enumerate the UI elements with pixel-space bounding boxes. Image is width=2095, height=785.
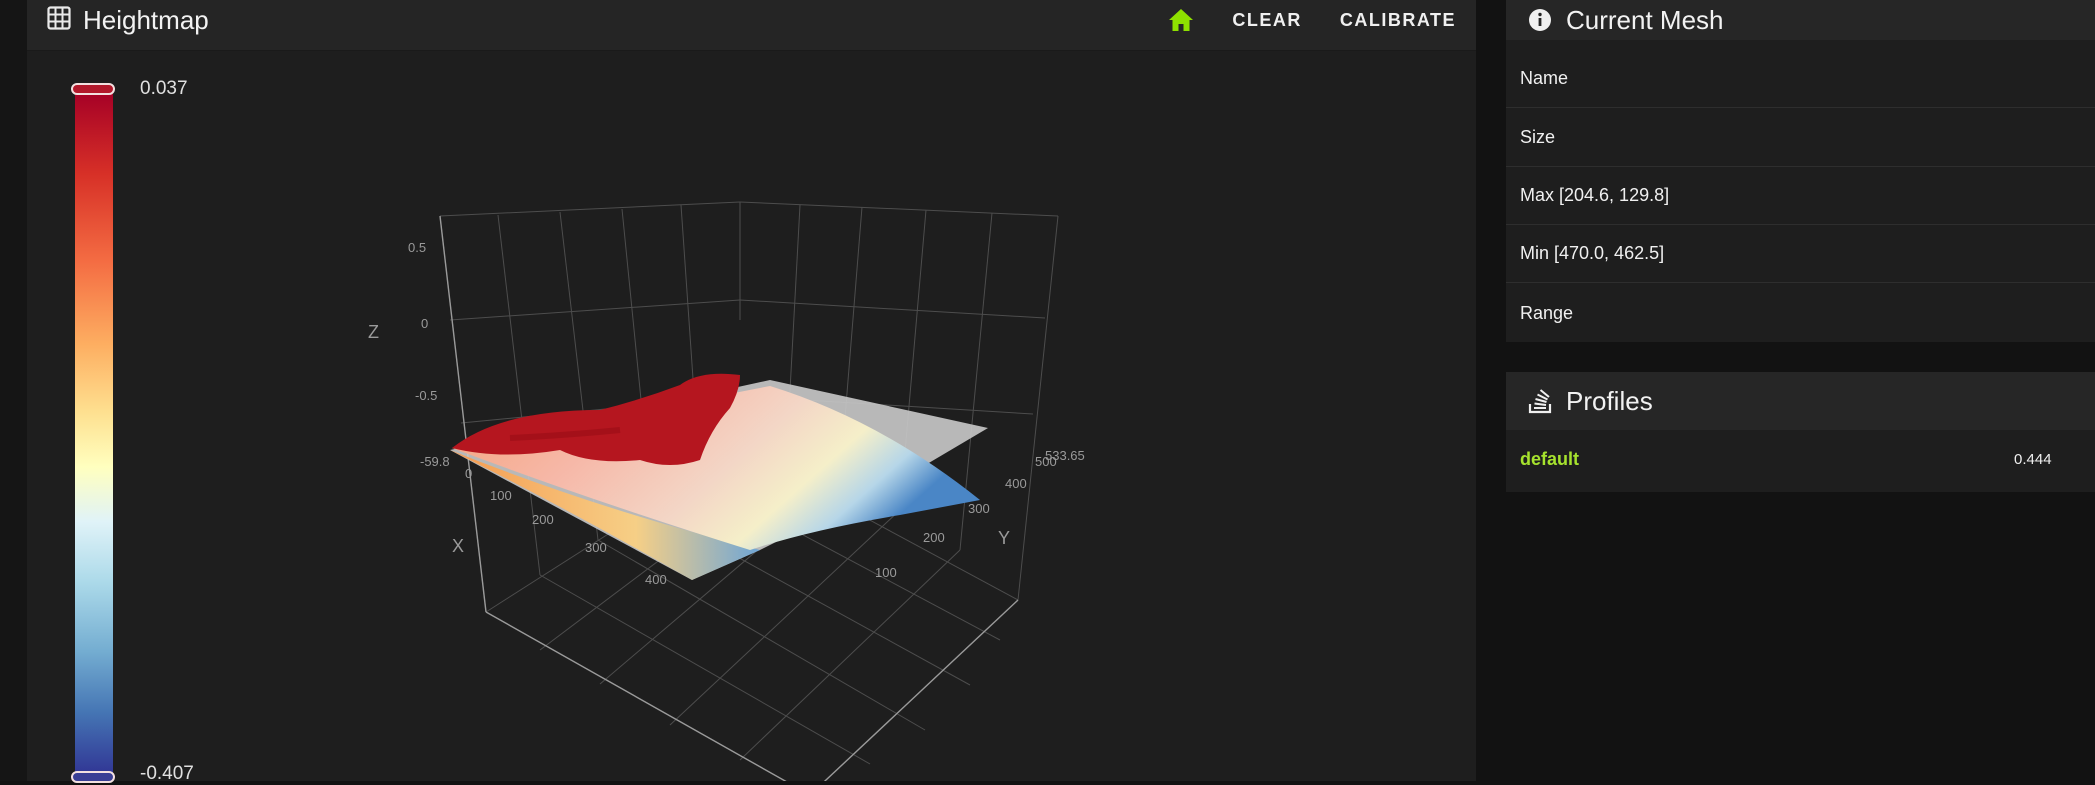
mesh-max-label: Max [204.6, 129.8] xyxy=(1520,185,1670,205)
home-button[interactable] xyxy=(1168,8,1194,32)
x-axis-label: X xyxy=(452,536,464,556)
colorbar-gradient xyxy=(75,92,113,774)
x-tick-2: 100 xyxy=(490,488,512,503)
colorbar-max-label: 0.037 xyxy=(140,78,188,99)
mesh-name-row: Name xyxy=(1506,50,2095,108)
x-tick-4: 300 xyxy=(585,540,607,555)
y-extent-label: 533.65 xyxy=(1045,448,1085,463)
home-icon xyxy=(1169,9,1194,31)
colorbar xyxy=(71,80,121,783)
heightmap-actions: CLEAR CALIBRATE xyxy=(1168,0,1456,40)
info-icon xyxy=(1528,8,1552,32)
calibrate-button[interactable]: CALIBRATE xyxy=(1340,10,1456,31)
y-axis-label: Y xyxy=(998,528,1010,548)
z-tick-3: 0 xyxy=(421,316,428,331)
current-mesh-card: Current Mesh Name Size Max [204.6, 129.8… xyxy=(1506,0,2095,342)
heightmap-3d-plot[interactable]: Z X Y 1 0.5 0 -0.5 -59.8 0 100 200 300 4… xyxy=(340,180,1120,781)
y-tick-3: 300 xyxy=(968,501,990,516)
left-gutter xyxy=(0,0,27,781)
profiles-card: Profiles default 0.444 xyxy=(1506,372,2095,492)
profile-item-default[interactable]: default 0.444 xyxy=(1506,430,2095,488)
y-tick-4: 400 xyxy=(1005,476,1027,491)
mesh-min-label: Min [470.0, 462.5] xyxy=(1520,243,1665,263)
heightmap-header: Heightmap CLEAR CALIBRATE xyxy=(27,0,1476,51)
current-mesh-title: Current Mesh xyxy=(1566,4,1724,35)
profile-name[interactable]: default xyxy=(1520,449,1579,470)
colorbar-max-handle[interactable] xyxy=(71,83,115,95)
mesh-name-label: Name xyxy=(1520,68,1569,88)
stack-icon xyxy=(1528,388,1552,414)
mesh-size-row: Size xyxy=(1506,109,2095,167)
z-axis-label: Z xyxy=(368,322,379,342)
y-tick-1: 100 xyxy=(875,565,897,580)
heightmap-title-wrap: Heightmap xyxy=(47,0,209,40)
mesh-size-label: Size xyxy=(1520,127,1556,147)
mesh-range-label: Range xyxy=(1520,302,1574,323)
mesh-min-row: Min [470.0, 462.5] xyxy=(1506,225,2095,283)
grid-icon xyxy=(47,5,71,35)
z-tick-4: -0.5 xyxy=(415,388,437,403)
profiles-header: Profiles xyxy=(1506,372,2095,430)
x-tick-1: 0 xyxy=(465,466,472,481)
y-tick-2: 200 xyxy=(923,530,945,545)
x-tick-3: 200 xyxy=(532,512,554,527)
colorbar-min-handle[interactable] xyxy=(71,771,115,783)
mesh-surface xyxy=(450,373,988,580)
z-tick-5: -59.8 xyxy=(420,454,450,469)
z-tick-2: 0.5 xyxy=(408,240,426,255)
colorbar-min-label: -0.407 xyxy=(140,763,194,784)
mesh-max-row: Max [204.6, 129.8] xyxy=(1506,167,2095,225)
heightmap-title: Heightmap xyxy=(83,4,209,35)
profiles-title: Profiles xyxy=(1566,385,1653,416)
current-mesh-header: Current Mesh xyxy=(1506,0,2095,40)
mesh-range-row: Range xyxy=(1506,284,2095,342)
clear-button[interactable]: CLEAR xyxy=(1232,10,1302,31)
x-tick-5: 400 xyxy=(645,572,667,587)
profile-value: 0.444 xyxy=(2014,450,2052,468)
